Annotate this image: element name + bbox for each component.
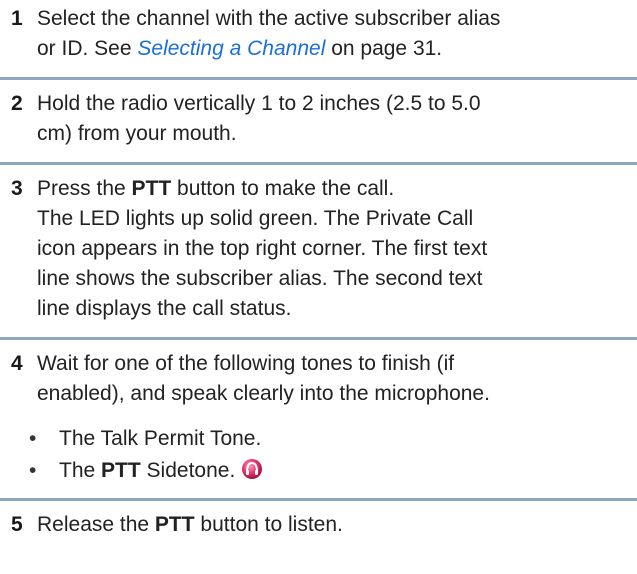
step-text: line shows the subscriber alias. The sec… [37, 267, 483, 290]
bullet-icon: • [29, 459, 37, 482]
step-divider [0, 337, 637, 340]
step-divider [0, 498, 637, 501]
step-text: Wait for one of the following tones to f… [37, 352, 455, 375]
step-divider [0, 162, 637, 165]
ptt-label: PTT [154, 513, 195, 536]
step-body: Select the channel with the active subsc… [37, 4, 629, 64]
list-item-text-part: Sidetone. [140, 459, 236, 482]
procedure-steps: 1 Select the channel with the active sub… [0, 0, 637, 574]
step-text: enabled), and speak clearly into the mic… [37, 382, 490, 405]
step-number: 4 [11, 352, 23, 375]
step-text: Release the PTT button to listen. [37, 510, 629, 540]
step-text-part: on page 31. [325, 37, 443, 60]
step-body: Hold the radio vertically 1 to 2 inches … [37, 89, 629, 149]
sidetone-icon [241, 458, 263, 489]
step-text-part: button to listen. [194, 513, 343, 536]
step-body: Wait for one of the following tones to f… [37, 349, 629, 409]
step-number: 3 [11, 177, 23, 200]
step-text-part: Release the [37, 513, 155, 536]
step-body: Release the PTT button to listen. [37, 510, 629, 540]
list-item-text: The PTT Sidetone. [59, 456, 263, 489]
step-text: Select the channel with the active subsc… [37, 7, 501, 30]
bullet-icon: • [29, 427, 37, 450]
step-number: 5 [11, 513, 23, 536]
list-item-text-part: The [59, 459, 102, 482]
selecting-a-channel-link[interactable]: Selecting a Channel [137, 37, 325, 60]
step-number: 2 [11, 92, 23, 115]
step-body: Press the PTT button to make the call. T… [37, 174, 629, 324]
step-text: line displays the call status. [37, 297, 292, 320]
step-text: The LED lights up solid green. The Priva… [37, 207, 474, 230]
list-item-text: The Talk Permit Tone. [59, 427, 262, 450]
step-number: 1 [11, 7, 23, 30]
step-text: or ID. See Selecting a Channel on page 3… [37, 34, 629, 64]
step-text: cm) from your mouth. [37, 122, 237, 145]
ptt-label: PTT [101, 459, 141, 482]
step-text: icon appears in the top right corner. Th… [37, 237, 488, 260]
step-text-part: button to make the call. [171, 177, 395, 200]
step-text: Hold the radio vertically 1 to 2 inches … [37, 92, 481, 115]
step-text-part: Press the [37, 177, 132, 200]
step-text-part: or ID. See [37, 37, 138, 60]
step-text: Press the PTT button to make the call. [37, 174, 629, 204]
ptt-label: PTT [131, 177, 172, 200]
step-divider [0, 77, 637, 80]
